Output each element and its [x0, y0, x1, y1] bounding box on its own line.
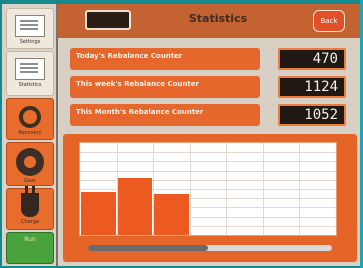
rev-button[interactable]	[85, 10, 131, 30]
document-icon	[15, 58, 45, 80]
chart-panel	[63, 134, 357, 262]
sidebar-item-gear[interactable]: Gear	[6, 142, 54, 186]
scrollbar-thumb[interactable]	[88, 245, 208, 251]
main-panel: Statistics Back Today's Rebalance Counte…	[58, 4, 360, 266]
sidebar-item-settings[interactable]: Settings	[6, 8, 54, 49]
document-icon	[15, 15, 45, 37]
counter-label: This Month's Rebalance Counter	[76, 108, 204, 116]
sidebar-item-label: Statistics	[18, 82, 42, 88]
sidebar-item-recovery[interactable]: Recovery	[6, 98, 54, 140]
sidebar-item-label: Settings	[19, 39, 41, 45]
left-sidebar: Settings Statistics Recovery Gear Charge…	[2, 4, 58, 266]
grid-line	[80, 170, 336, 172]
sidebar-item-label: Run	[24, 236, 36, 243]
sidebar-item-label: Gear	[23, 178, 37, 184]
counter-label: Today's Rebalance Counter	[76, 52, 183, 60]
sidebar-item-statistics[interactable]: Statistics	[6, 51, 54, 96]
chart-area	[79, 142, 337, 236]
sidebar-item-label: Recovery	[18, 130, 42, 136]
counter-value: 1052	[278, 104, 346, 126]
sidebar-item-label: Charge	[21, 219, 39, 225]
chart-bar	[81, 191, 116, 235]
gear-icon	[16, 148, 44, 176]
top-bar: Statistics Back	[58, 4, 360, 38]
page-title: Statistics	[188, 12, 248, 25]
grid-line	[80, 152, 336, 154]
counter-value: 470	[278, 48, 346, 70]
sidebar-item-run[interactable]: Run	[6, 232, 54, 264]
chart-bar	[117, 177, 153, 235]
screen: Settings Statistics Recovery Gear Charge…	[0, 0, 363, 268]
grid-column-line	[299, 143, 301, 235]
counter-label: This week's Rebalance Counter	[76, 80, 199, 88]
ring-icon	[19, 106, 41, 128]
grid-line	[80, 161, 336, 163]
counter-week: This week's Rebalance Counter 1124	[70, 76, 350, 98]
sidebar-item-charge[interactable]: Charge	[6, 186, 54, 230]
grid-column-line	[189, 143, 191, 235]
counter-month: This Month's Rebalance Counter 1052	[70, 104, 350, 126]
back-button[interactable]: Back	[313, 10, 345, 32]
grid-column-line	[226, 143, 228, 235]
grid-column-line	[262, 143, 264, 235]
counter-today: Today's Rebalance Counter 470	[70, 48, 350, 70]
chart-scrollbar[interactable]	[88, 245, 332, 251]
counter-value: 1124	[278, 76, 346, 98]
plug-icon	[21, 186, 39, 217]
chart-bar	[154, 193, 189, 235]
